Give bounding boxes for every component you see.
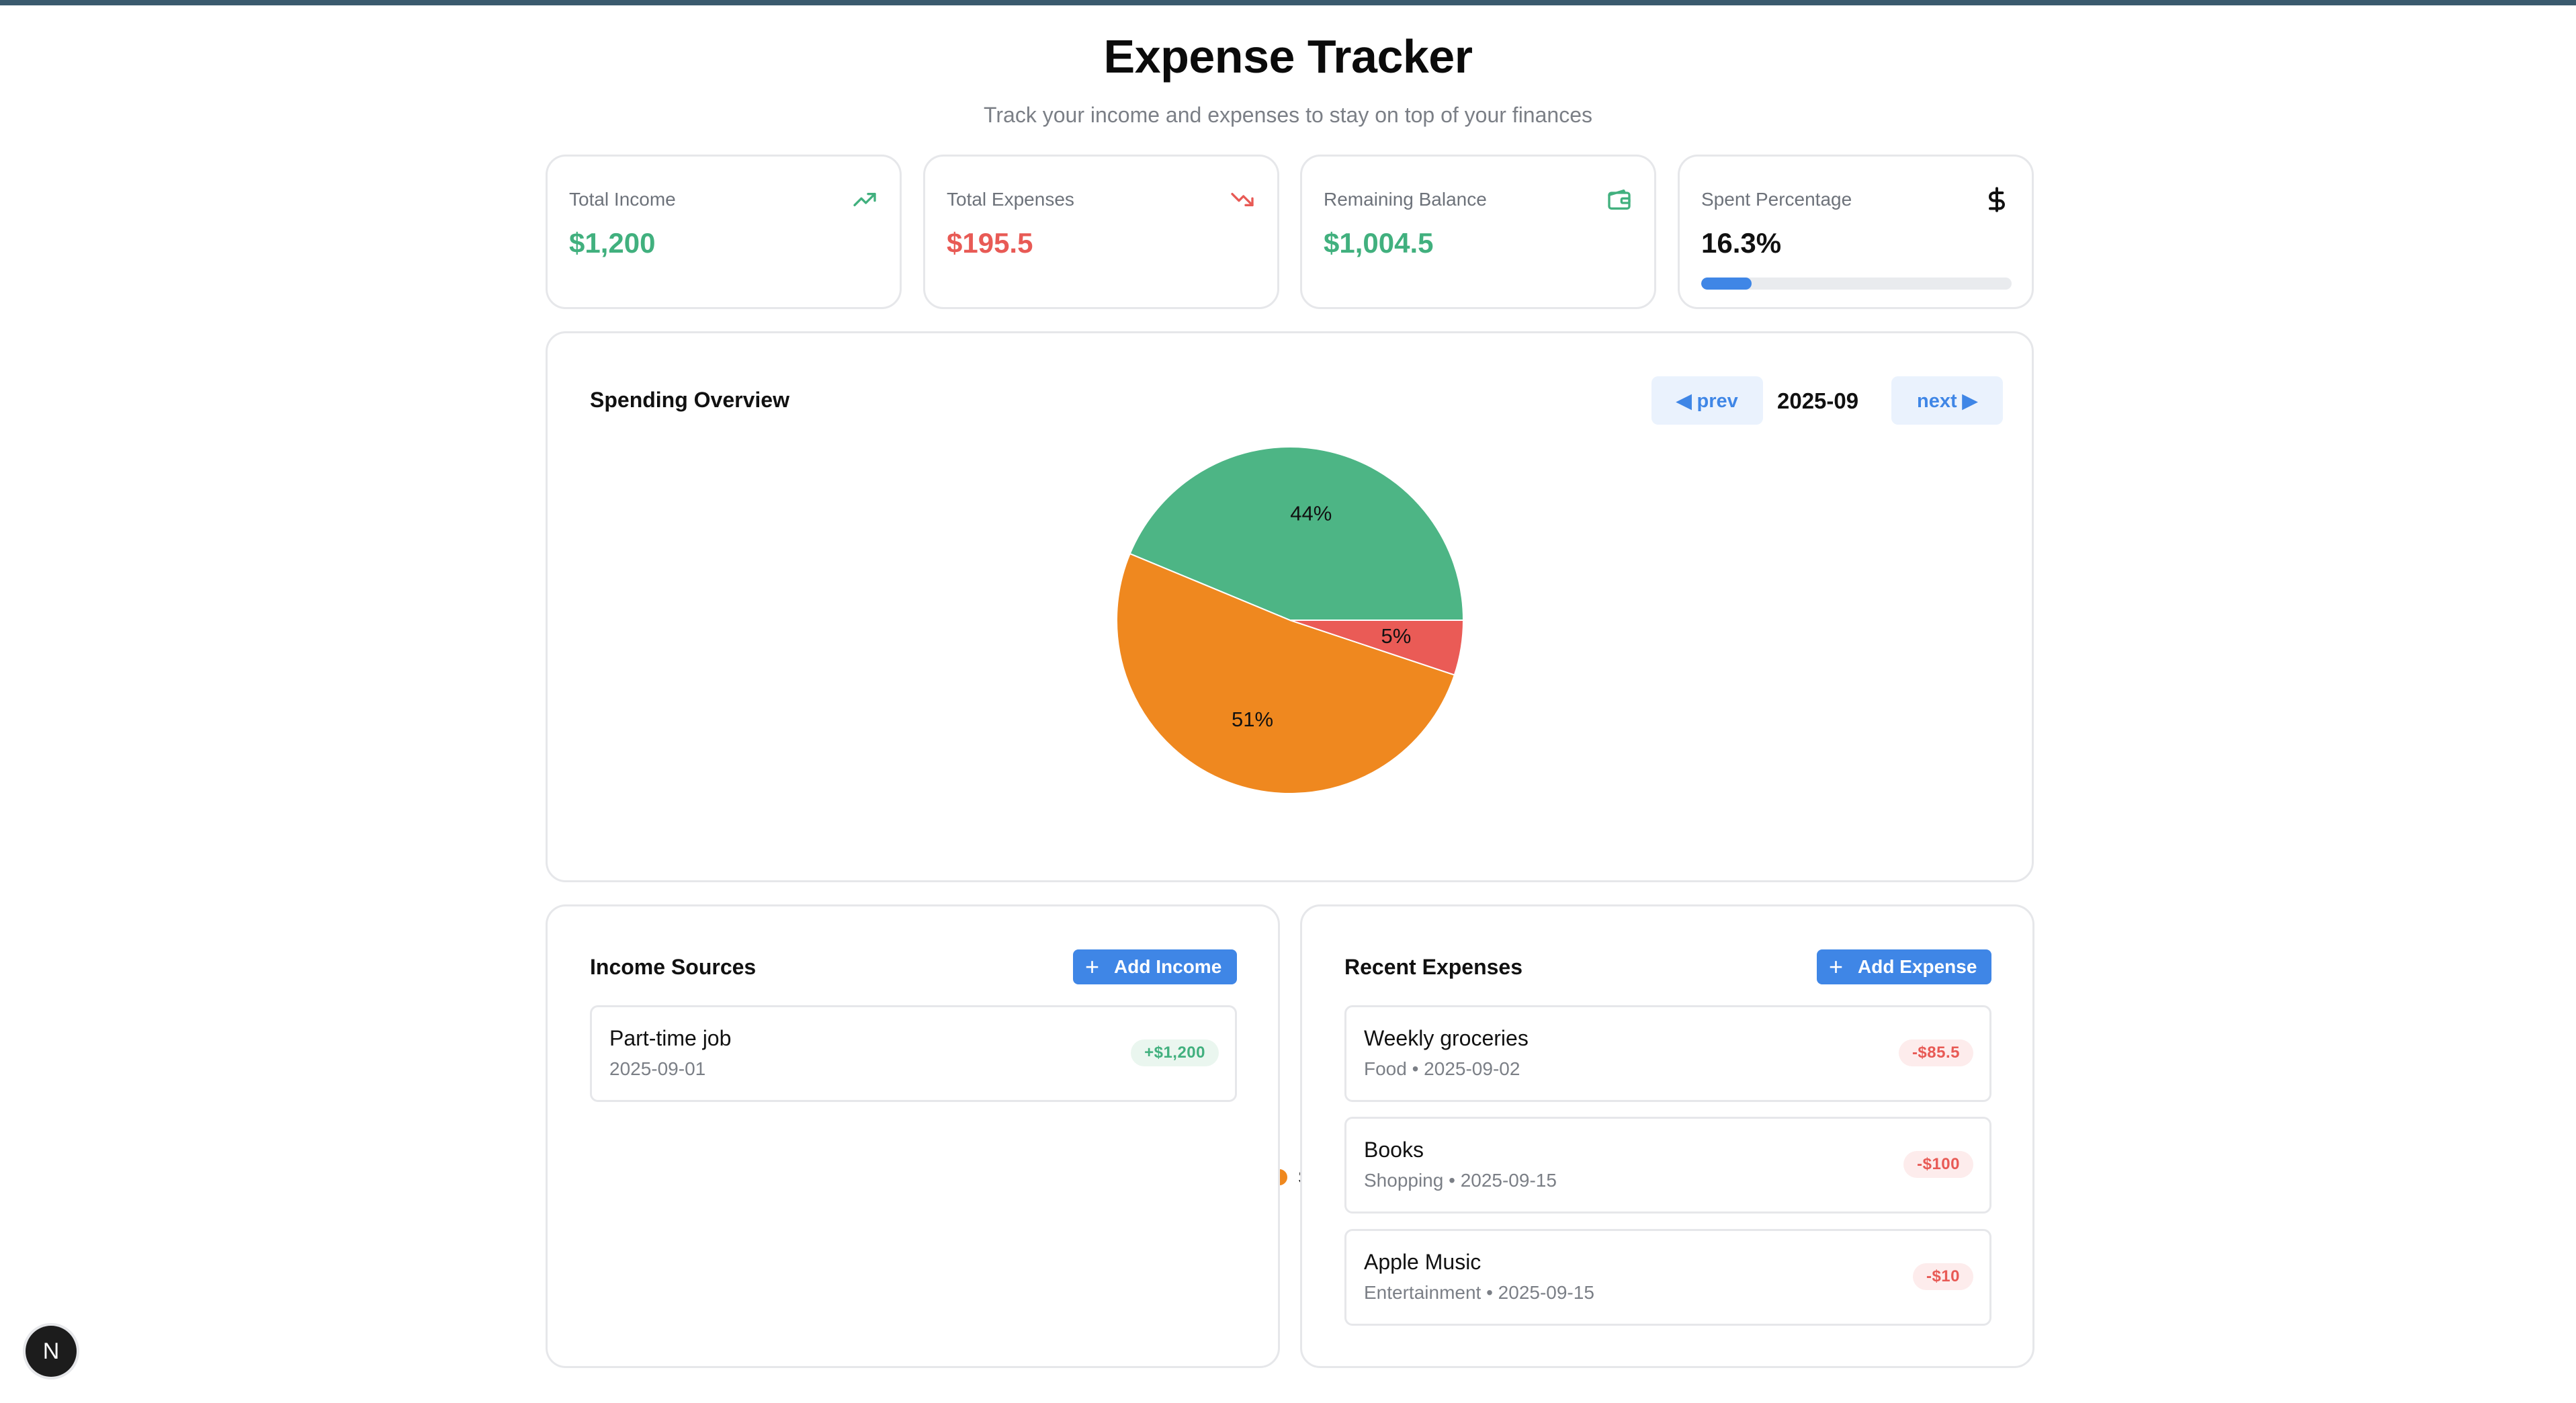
current-month: 2025-09 [1777, 388, 1859, 413]
income-date: 2025-09-01 [609, 1058, 706, 1079]
trending-down-icon [1231, 193, 1254, 206]
stat-value: $1,200 [569, 227, 656, 259]
stat-card-spent-percentage: Spent Percentage 16.3% [1678, 155, 2034, 309]
wallet-icon [1608, 189, 1631, 210]
expense-name: Weekly groceries [1364, 1026, 1529, 1050]
prev-month-button[interactable]: ◀ prev [1651, 376, 1763, 425]
expense-name: Apple Music [1364, 1250, 1482, 1274]
expense-meta: Shopping • 2025-09-15 [1364, 1170, 1557, 1191]
income-name: Part-time job [609, 1026, 732, 1050]
dev-tools-badge[interactable]: N [26, 1326, 77, 1377]
amount-badge: -$85.5 [1898, 1039, 1973, 1066]
page-subtitle: Track your income and expenses to stay o… [984, 103, 1592, 127]
spent-progress-fill [1701, 278, 1752, 290]
stat-card-remaining-balance: Remaining Balance $1,004.5 [1300, 155, 1656, 309]
add-income-button[interactable]: + Add Income [1073, 949, 1237, 984]
stat-label: Remaining Balance [1324, 189, 1487, 210]
list-item[interactable]: Apple Music Entertainment • 2025-09-15 -… [1344, 1229, 1991, 1326]
stat-value: $195.5 [947, 227, 1033, 259]
list-item[interactable]: Part-time job 2025-09-01 +$1,200 [590, 1005, 1237, 1102]
spending-overview-card: Spending Overview ◀ prev 2025-09 next ▶ … [546, 331, 2034, 1187]
expense-meta: Entertainment • 2025-09-15 [1364, 1282, 1594, 1303]
section-title: Spending Overview [590, 388, 789, 412]
plus-icon: + [1085, 953, 1100, 980]
spending-pie-chart: 44% 51% 5% [1116, 446, 1465, 794]
stat-card-total-income: Total Income $1,200 [546, 155, 902, 309]
stat-value: $1,004.5 [1324, 227, 1434, 259]
amount-badge: +$1,200 [1131, 1039, 1219, 1066]
stat-value: 16.3% [1701, 227, 1782, 259]
stat-card-total-expenses: Total Expenses $195.5 [923, 155, 1279, 309]
add-expense-label: Add Expense [1858, 956, 1977, 977]
stat-label: Spent Percentage [1701, 189, 1852, 210]
expense-name: Books [1364, 1138, 1424, 1162]
list-item[interactable]: Books Shopping • 2025-09-15 -$100 [1344, 1117, 1991, 1214]
amount-badge: -$100 [1903, 1151, 1973, 1178]
add-income-label: Add Income [1114, 956, 1222, 977]
income-sources-card: Income Sources + Add Income Part-time jo… [546, 904, 1280, 1368]
recent-expenses-card: Recent Expenses + Add Expense Weekly gro… [1300, 904, 2034, 1368]
top-accent-bar [0, 0, 2576, 5]
section-title: Income Sources [590, 955, 757, 979]
expense-meta: Food • 2025-09-02 [1364, 1058, 1520, 1079]
dollar-icon [1989, 187, 2005, 212]
next-month-button[interactable]: next ▶ [1891, 376, 2003, 425]
stat-label: Total Expenses [947, 189, 1074, 210]
list-item[interactable]: Weekly groceries Food • 2025-09-02 -$85.… [1344, 1005, 1991, 1102]
stat-label: Total Income [569, 189, 676, 210]
pie-label-food: 44% [1290, 501, 1332, 525]
add-expense-button[interactable]: + Add Expense [1817, 949, 1991, 984]
plus-icon: + [1829, 953, 1844, 980]
spent-progress-bar [1701, 278, 2012, 290]
pie-label-shopping: 51% [1232, 708, 1273, 731]
page-title: Expense Tracker [1103, 30, 1473, 83]
section-title: Recent Expenses [1344, 955, 1523, 979]
pie-label-entertainment: 5% [1381, 624, 1411, 648]
trending-up-icon [853, 193, 876, 206]
amount-badge: -$10 [1912, 1263, 1973, 1290]
